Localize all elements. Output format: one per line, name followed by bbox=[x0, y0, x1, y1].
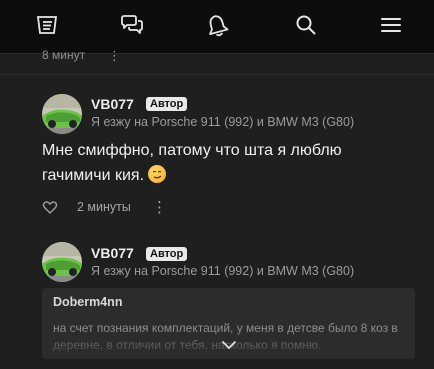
hamburger-menu-icon bbox=[378, 12, 404, 43]
expand-quote-button[interactable] bbox=[219, 338, 239, 352]
author-badge: Автор bbox=[146, 97, 188, 111]
comment-author[interactable]: VB077 bbox=[91, 245, 134, 261]
author-badge: Автор bbox=[146, 247, 188, 261]
author-cars: Я езжу на Porsche 911 (992) и BMW M3 (G8… bbox=[91, 264, 355, 278]
comment-text: Мне смиффно, патому что шта я люблю гачи… bbox=[42, 138, 412, 188]
notifications-button[interactable] bbox=[199, 11, 235, 43]
heart-icon[interactable] bbox=[42, 199, 58, 215]
previous-comment-more-button[interactable]: ⋮ bbox=[108, 49, 121, 63]
search-icon bbox=[293, 12, 319, 43]
chat-bubbles-icon bbox=[119, 12, 145, 43]
comments-section: 8 минут ⋮ VB077 Автор Я езжу на Porsche … bbox=[0, 48, 434, 369]
quoted-comment[interactable]: Doberm4nn на счет познания комплектаций,… bbox=[42, 288, 415, 359]
comment-author[interactable]: VB077 bbox=[91, 96, 134, 112]
comment-text-content: Мне смиффно, патому что шта я люблю гачи… bbox=[42, 142, 342, 184]
chats-button[interactable] bbox=[114, 11, 150, 43]
avatar[interactable] bbox=[42, 94, 82, 134]
feed-button[interactable] bbox=[29, 11, 65, 43]
previous-comment-time: 8 минут bbox=[42, 48, 86, 62]
comment-actions: 2 минуты ⋮ bbox=[42, 199, 242, 217]
chevron-down-icon bbox=[219, 339, 239, 356]
search-button[interactable] bbox=[288, 11, 324, 43]
comment-more-button[interactable]: ⋮ bbox=[152, 198, 167, 216]
feed-icon bbox=[34, 12, 60, 43]
author-cars: Я езжу на Porsche 911 (992) и BMW M3 (G8… bbox=[91, 115, 355, 129]
quote-author: Doberm4nn bbox=[53, 295, 123, 309]
smirking-face-emoji bbox=[148, 165, 167, 183]
top-navigation-bar bbox=[0, 0, 434, 54]
avatar[interactable] bbox=[42, 242, 82, 282]
comment-time: 2 минуты bbox=[77, 200, 131, 214]
menu-button[interactable] bbox=[373, 11, 409, 43]
divider bbox=[0, 74, 434, 75]
bell-icon bbox=[204, 12, 230, 43]
